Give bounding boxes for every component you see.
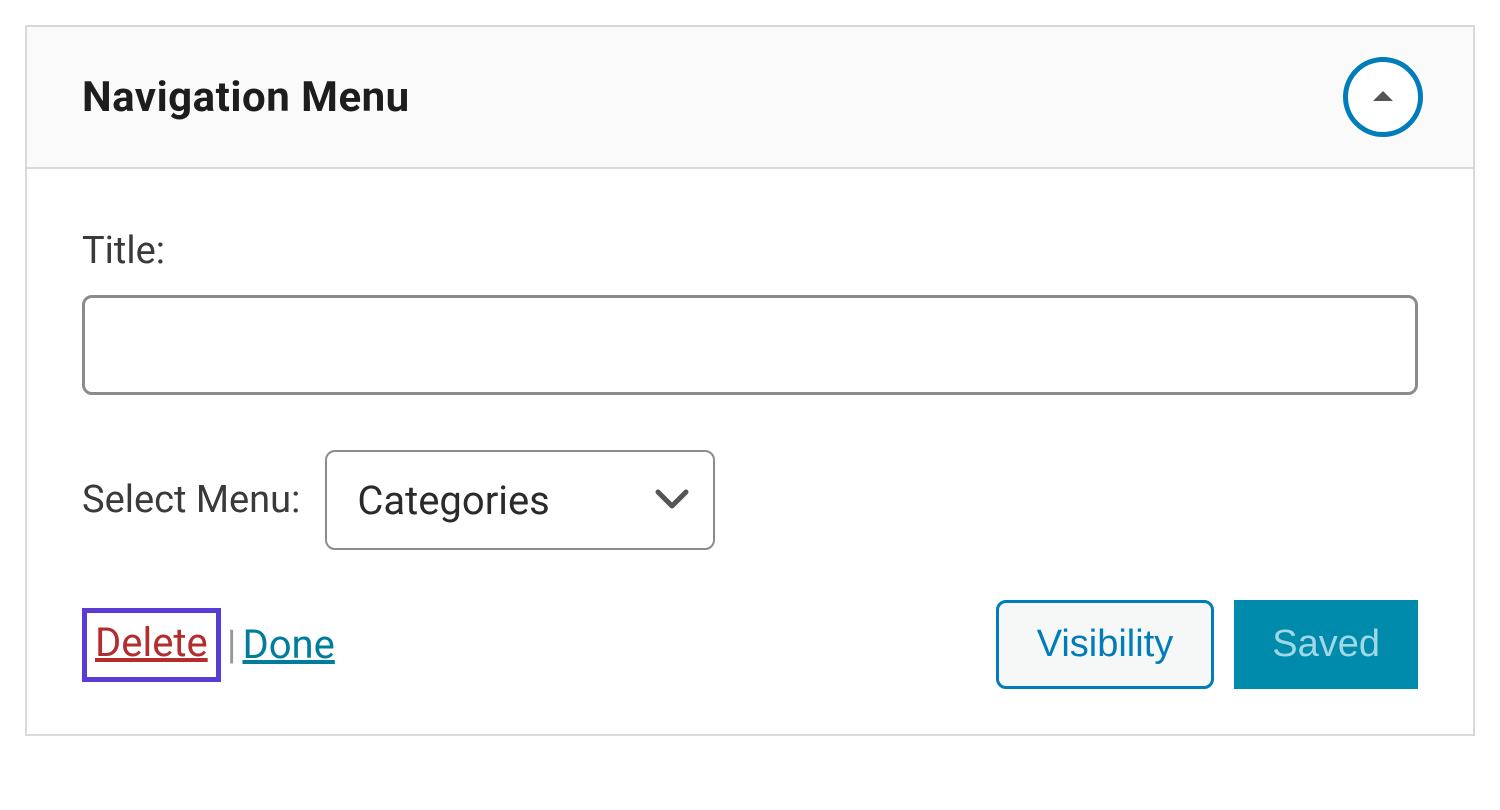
collapse-button[interactable] [1343, 57, 1423, 137]
separator: | [227, 621, 237, 668]
saved-button[interactable]: Saved [1234, 600, 1418, 689]
widget-header: Navigation Menu [27, 27, 1473, 169]
select-menu-wrapper: Categories [325, 450, 715, 550]
select-menu-value: Categories [357, 477, 550, 524]
widget-footer: Delete | Done Visibility Saved [82, 600, 1418, 689]
visibility-button[interactable]: Visibility [996, 600, 1215, 689]
navigation-menu-widget: Navigation Menu Title: Select Menu: Cate… [25, 25, 1475, 736]
title-label: Title: [82, 229, 1418, 273]
select-menu-label: Select Menu: [82, 478, 300, 522]
title-input[interactable] [82, 295, 1418, 395]
delete-link[interactable]: Delete [82, 608, 221, 682]
chevron-up-icon [1371, 87, 1395, 108]
footer-left-actions: Delete | Done [82, 608, 335, 682]
widget-body: Title: Select Menu: Categories Delete | … [27, 169, 1473, 734]
done-link[interactable]: Done [242, 621, 334, 668]
footer-right-actions: Visibility Saved [996, 600, 1418, 689]
select-menu-row: Select Menu: Categories [82, 450, 1418, 550]
select-menu-dropdown[interactable]: Categories [325, 450, 715, 550]
widget-title: Navigation Menu [82, 73, 410, 122]
